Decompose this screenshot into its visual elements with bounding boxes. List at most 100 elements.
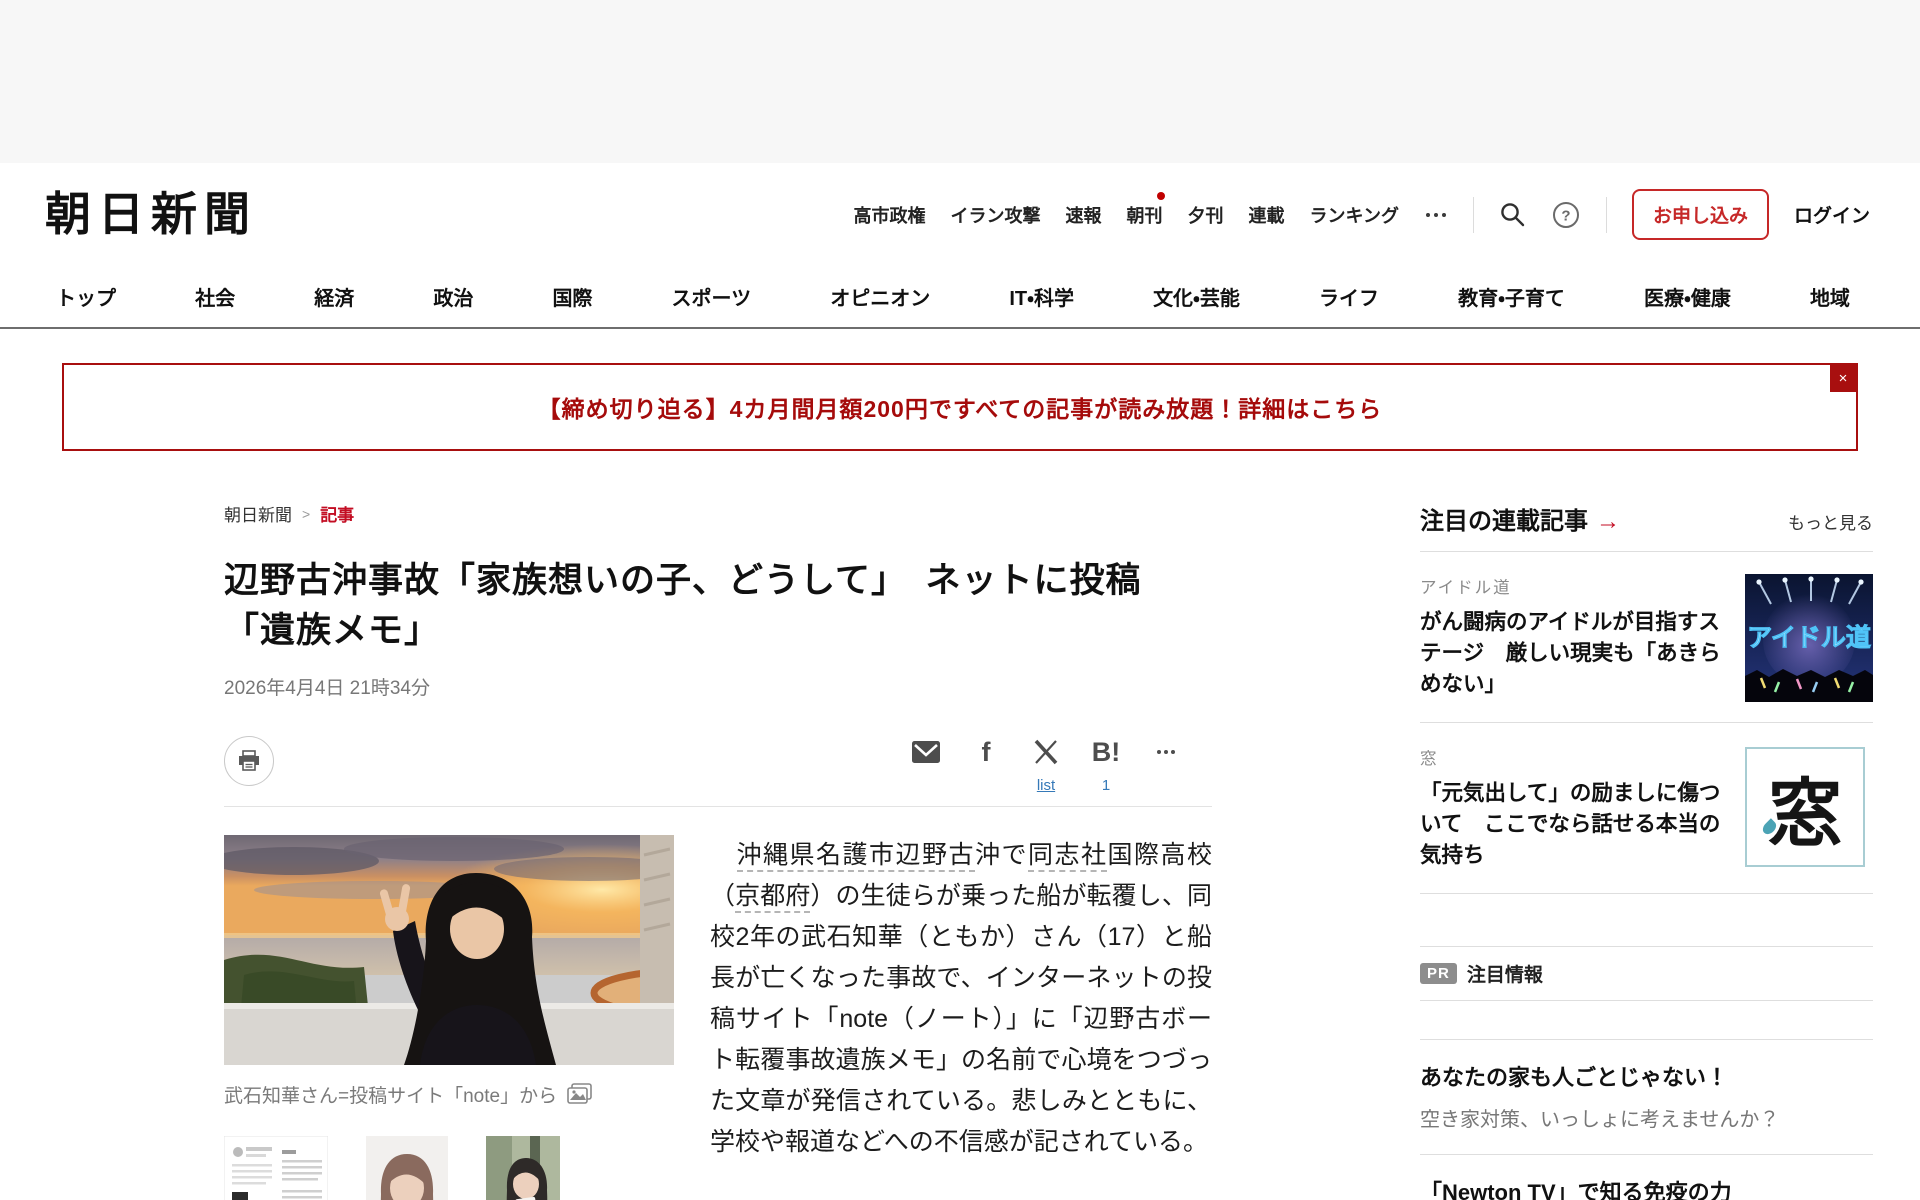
nav-item-region[interactable]: 地域: [1810, 282, 1850, 311]
header-divider: [1605, 196, 1607, 233]
more-share-icon[interactable]: [1136, 736, 1196, 768]
mail-icon[interactable]: [896, 736, 956, 768]
related-thumbnails: [224, 1135, 674, 1200]
article-photo[interactable]: [224, 834, 674, 1065]
card-thumbnail-idol: アイドル道: [1745, 574, 1873, 702]
close-icon[interactable]: ×: [1830, 365, 1856, 392]
divider: [224, 805, 1212, 807]
card-title: がん闘病のアイドルが目指すステージ 厳しい現実も「あきらめない」: [1420, 610, 1721, 696]
header-divider: [1472, 196, 1474, 233]
pr-heading: 注目情報: [1466, 965, 1543, 986]
keyword-link-kyoto[interactable]: 京都府: [735, 881, 811, 913]
help-icon[interactable]: ?: [1551, 200, 1581, 230]
more-menu-icon[interactable]: [1424, 212, 1448, 217]
promo-banner-text: 【締め切り迫る】4カ月間月額200円ですべての記事が読み放題！詳細はこちら: [537, 396, 1383, 422]
x-list-link[interactable]: list: [1037, 777, 1055, 794]
share-group: f list B! 1: [896, 736, 1212, 794]
photo-caption: 武石知華さん=投稿サイト「note」から: [224, 1081, 674, 1108]
body-text: [710, 841, 737, 869]
svg-text:?: ?: [1561, 207, 1570, 224]
login-link[interactable]: ログイン: [1794, 201, 1870, 228]
nav-item-it-science[interactable]: IT・科学: [1009, 282, 1074, 311]
column-gap: [1212, 501, 1420, 1200]
card-thumbnail-mado: 窓: [1745, 745, 1873, 873]
arrow-right-icon[interactable]: →: [1596, 508, 1620, 536]
quick-link-label: 朝刊: [1126, 205, 1163, 226]
quick-link-iran[interactable]: イラン攻撃: [951, 202, 1041, 228]
print-icon[interactable]: [224, 735, 274, 786]
nav-item-sports[interactable]: スポーツ: [672, 282, 752, 311]
gallery-icon[interactable]: [567, 1082, 593, 1106]
site-header: 朝日新聞 高市政権 イラン攻撃 速報 朝刊 夕刊 連載 ランキング ? お申し込…: [0, 163, 1920, 260]
signup-button[interactable]: お申し込み: [1631, 189, 1769, 240]
body-text: ）の生徒らが乗った船が転覆し、同校2年の武石知華（ともか）さん（17）と船長が亡…: [710, 881, 1212, 1156]
photo-caption-text: 武石知華さん=投稿サイト「note」から: [224, 1085, 558, 1107]
sidebar-card-mado[interactable]: 窓 「元気出して」の励ましに傷ついて ここでなら話せる本当の気持ち 窓: [1420, 723, 1873, 893]
pr-item-subtitle: 空き家対策、いっしょに考えませんか？: [1420, 1109, 1780, 1131]
quick-link-sokuho[interactable]: 速報: [1066, 202, 1102, 228]
article-body-wrap: 武石知華さん=投稿サイト「note」から 沖縄県名護市辺野古沖で同志社国際高校（…: [224, 834, 1212, 1200]
pr-ad-slot: [1420, 1001, 1873, 1039]
pr-item-title: 「Newton TV」で知る免疫の力: [1420, 1180, 1732, 1200]
photo-column: 武石知華さん=投稿サイト「note」から: [224, 834, 674, 1200]
x-icon[interactable]: list: [1016, 736, 1076, 794]
content: 朝日新聞 > 記事 辺野古沖事故「家族想いの子、どうして」 ネットに投稿「遺族メ…: [0, 451, 1920, 1200]
quick-link-ranking[interactable]: ランキング: [1310, 202, 1399, 228]
sidebar-ad-slot: [1420, 894, 1873, 946]
idol-thumb-text: アイドル道: [1747, 624, 1871, 652]
note-screenshot-thumb[interactable]: [224, 1135, 328, 1200]
nav-item-international[interactable]: 国際: [552, 282, 592, 311]
nav-item-health[interactable]: 医療・健康: [1644, 282, 1731, 311]
hatena-bookmark-icon[interactable]: B! 1: [1076, 736, 1136, 794]
facebook-icon[interactable]: f: [956, 736, 1016, 768]
quick-link-takaichi[interactable]: 高市政権: [854, 202, 926, 228]
card-category: アイドル道: [1420, 579, 1512, 597]
pr-item-akiya[interactable]: あなたの家も人ごとじゃない！ 空き家対策、いっしょに考えませんか？: [1420, 1040, 1873, 1154]
pr-item-newton[interactable]: 「Newton TV」で知る免疫の力 注目のキーワードは善玉菌とたんぱく質: [1420, 1155, 1873, 1200]
nav-item-politics[interactable]: 政治: [433, 282, 473, 311]
pr-badge: PR: [1420, 963, 1457, 984]
nav-item-economy[interactable]: 経済: [314, 282, 354, 311]
asahi-logo[interactable]: 朝日新聞: [45, 191, 257, 238]
header-right: 高市政権 イラン攻撃 速報 朝刊 夕刊 連載 ランキング ? お申し込み ログイ…: [854, 189, 1870, 240]
sidebar-heading-row: 注目の連載記事 → もっと見る: [1420, 501, 1873, 536]
article-date: 2026年4月4日 21時34分: [224, 677, 430, 699]
nav-item-education[interactable]: 教育・子育て: [1458, 282, 1565, 311]
breadcrumb: 朝日新聞 > 記事: [224, 501, 1212, 526]
pr-header: PR 注目情報: [1420, 947, 1873, 1000]
facebook-glyph: f: [981, 736, 991, 767]
nav-item-culture[interactable]: 文化・芸能: [1153, 282, 1240, 311]
pr-item-title: あなたの家も人ごとじゃない！: [1420, 1065, 1729, 1090]
body-text: 沖で: [974, 840, 1028, 869]
see-more-link[interactable]: もっと見る: [1788, 509, 1873, 534]
keyword-link-henoko[interactable]: 沖縄県名護市辺野古: [736, 840, 975, 872]
new-badge-dot: [1156, 191, 1165, 200]
main-nav: トップ 社会 経済 政治 国際 スポーツ オピニオン IT・科学 文化・芸能 ラ…: [0, 260, 1920, 329]
hatena-count[interactable]: 1: [1102, 777, 1110, 794]
mado-thumb-text: 窓: [1768, 773, 1842, 856]
article-body-text: 沖縄県名護市辺野古沖で同志社国際高校（京都府）の生徒らが乗った船が転覆し、同校2…: [710, 835, 1212, 1200]
nav-item-society[interactable]: 社会: [195, 282, 235, 311]
breadcrumb-home[interactable]: 朝日新聞: [224, 501, 292, 526]
card-title: 「元気出して」の励ましに傷ついて ここでなら話せる本当の気持ち: [1420, 781, 1721, 867]
portrait-thumb[interactable]: [366, 1135, 448, 1200]
nav-item-opinion[interactable]: オピニオン: [830, 282, 930, 311]
outdoor-thumb[interactable]: [486, 1135, 560, 1200]
nav-item-life[interactable]: ライフ: [1319, 282, 1379, 311]
sidebar: 注目の連載記事 → もっと見る アイドル道 がん闘病のアイドルが目指すステージ …: [1420, 501, 1873, 1200]
quick-link-rensai[interactable]: 連載: [1249, 202, 1285, 228]
article-column: 朝日新聞 > 記事 辺野古沖事故「家族想いの子、どうして」 ネットに投稿「遺族メ…: [224, 501, 1212, 1200]
card-category: 窓: [1420, 750, 1439, 768]
keyword-link-doshisha[interactable]: 同志社: [1027, 840, 1108, 872]
sidebar-card-idol[interactable]: アイドル道 がん闘病のアイドルが目指すステージ 厳しい現実も「あきらめない」 ア…: [1420, 552, 1873, 722]
promo-banner[interactable]: 【締め切り迫る】4カ月間月額200円ですべての記事が読み放題！詳細はこちら ×: [62, 363, 1858, 451]
quick-link-yukan[interactable]: 夕刊: [1188, 202, 1224, 228]
share-row: f list B! 1: [224, 735, 1212, 794]
top-ad-slot: [0, 0, 1920, 163]
search-icon[interactable]: [1499, 201, 1526, 228]
sidebar-heading: 注目の連載記事: [1420, 508, 1588, 535]
nav-item-top[interactable]: トップ: [56, 282, 116, 311]
quick-link-chokan[interactable]: 朝刊: [1126, 191, 1165, 228]
hatena-glyph: B!: [1091, 736, 1121, 767]
breadcrumb-current[interactable]: 記事: [320, 501, 354, 526]
